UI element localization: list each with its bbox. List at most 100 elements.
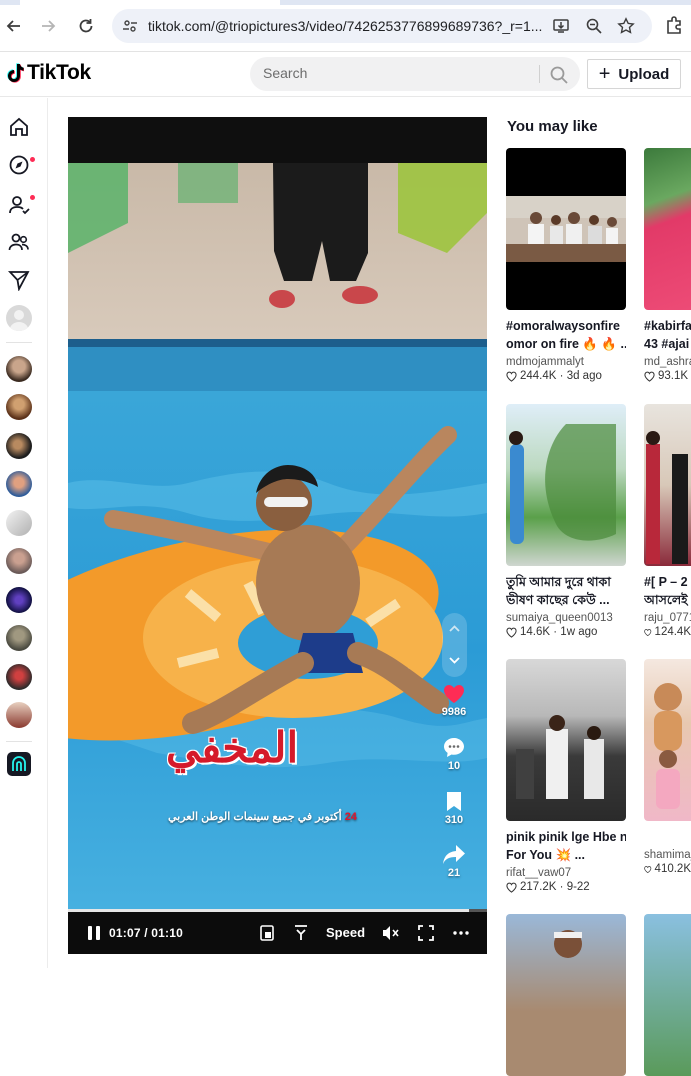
upload-label: Upload [618,65,670,83]
recommended-video-card[interactable]: তুমি আমার দুরে থাকা ভীষণ কাছের কেউ ... su… [506,404,626,638]
video-thumbnail[interactable] [644,404,691,566]
explore-icon[interactable] [8,154,30,176]
pause-icon[interactable] [86,925,102,941]
bookmark-star-icon[interactable] [617,17,635,35]
following-avatar[interactable] [6,548,32,574]
like-count: 9986 [441,706,467,718]
video-thumbnail[interactable] [644,659,691,821]
video-thumbnail[interactable] [506,404,626,566]
share-icon[interactable] [442,844,466,865]
view-count: 93.1K [658,370,689,382]
back-icon[interactable] [2,14,26,38]
bookmark-icon[interactable] [445,791,463,812]
video-description[interactable]: তুমি আমার দুরে থাকা ভীষণ কাছের কেউ ... [506,573,626,609]
recommended-video-card[interactable]: #[ P – 2 আসলেই raju_0771 124.4K [644,404,691,638]
playback-time: 01:07 / 01:10 [109,926,183,940]
following-avatar[interactable] [6,471,32,497]
zoom-icon[interactable] [585,17,603,35]
following-notification-dot [30,195,35,200]
recommended-video-card[interactable] [644,914,691,1076]
profile-avatar[interactable] [6,305,32,331]
floating-player-icon[interactable] [258,924,276,942]
comment-icon[interactable] [443,737,465,758]
forward-icon[interactable] [36,14,60,38]
more-options-icon[interactable] [452,924,470,942]
tiktok-studio-icon[interactable] [7,752,31,776]
speed-button[interactable]: Speed [326,925,365,940]
autoscroll-icon[interactable] [292,924,310,942]
tiktok-logo[interactable]: TikTok [6,61,91,85]
following-avatar[interactable] [6,664,32,690]
like-action[interactable]: 9986 [434,684,474,718]
video-author[interactable]: rifat__vaw07 [506,867,626,879]
following-avatar[interactable] [6,587,32,613]
video-thumbnail[interactable] [644,914,691,1076]
following-avatar[interactable] [6,702,32,728]
search-bar[interactable] [250,57,580,91]
share-action[interactable]: 21 [434,844,474,879]
following-icon[interactable] [8,194,30,216]
recommended-video-card[interactable]: #kabirfa 43 #ajai md_ashra 93.1K [644,148,691,382]
upload-button[interactable]: + Upload [587,59,681,89]
overlay-release-caption: أكتوبر في جميع سينمات الوطن العربي [168,811,342,823]
save-action[interactable]: 310 [434,791,474,826]
overlay-release-text: 24 أكتوبر في جميع سينمات الوطن العربي [168,810,357,823]
site-settings-icon[interactable] [122,18,138,34]
reload-icon[interactable] [74,14,98,38]
video-stats: 93.1K [644,370,691,382]
heart-outline-icon [644,371,655,382]
heart-outline-icon [506,371,517,382]
following-avatar[interactable] [6,625,32,651]
share-count: 21 [447,867,461,879]
recommended-video-card[interactable]: shamima_ 410.2K [644,659,691,875]
comment-action[interactable]: 10 [434,737,474,772]
following-avatar[interactable] [6,510,32,536]
search-input[interactable] [263,65,533,81]
video-thumbnail[interactable] [506,659,626,821]
video-frame[interactable]: المخفي 24 أكتوبر في جميع سينمات الوطن ال… [68,163,487,909]
video-description[interactable] [644,828,691,846]
mute-icon[interactable] [381,924,399,942]
previous-video-icon[interactable] [445,619,464,638]
video-description[interactable]: #omoralwaysonfire omor on fire 🔥 🔥 ... [506,317,626,353]
video-author[interactable]: shamima_ [644,849,691,861]
search-icon[interactable] [549,65,569,85]
video-author[interactable]: mdmojammalyt [506,356,626,368]
recommended-video-card[interactable]: #omoralwaysonfire omor on fire 🔥 🔥 ... md… [506,148,626,382]
video-controls: 01:07 / 01:10 Speed [68,912,487,954]
home-icon[interactable] [8,116,30,138]
following-avatar[interactable] [6,356,32,382]
active-tab[interactable] [20,0,280,5]
video-thumbnail[interactable] [506,148,626,310]
save-count: 310 [444,814,464,826]
video-description[interactable]: pinik pinik lge Hbe ni For You 💥 ... [506,828,626,864]
video-author[interactable]: md_ashra [644,356,691,368]
next-video-icon[interactable] [445,651,464,670]
video-thumbnail[interactable] [644,148,691,310]
video-age: 3d ago [566,370,602,382]
video-stats: 217.2K · 9-22 [506,881,626,893]
video-author[interactable]: raju_0771 [644,612,691,624]
extensions-icon[interactable] [664,14,686,36]
search-divider [539,65,540,83]
fullscreen-icon[interactable] [417,924,435,942]
recommended-video-card[interactable] [506,914,626,1076]
address-bar[interactable]: tiktok.com/@triopictures3/video/74262537… [112,9,652,43]
friends-icon[interactable] [8,231,30,253]
following-avatar[interactable] [6,433,32,459]
video-description[interactable]: #[ P – 2 আসলেই [644,573,691,609]
messages-icon[interactable] [8,269,30,291]
heart-icon[interactable] [443,684,465,704]
install-app-icon[interactable] [552,17,570,35]
video-player[interactable]: المخفي 24 أكتوبر في جميع سينمات الوطن ال… [68,117,487,954]
explore-notification-dot [30,157,35,162]
following-avatar[interactable] [6,394,32,420]
url-text[interactable]: tiktok.com/@triopictures3/video/74262537… [148,18,548,34]
view-count: 217.2K [520,881,557,893]
recommended-video-card[interactable]: pinik pinik lge Hbe ni For You 💥 ... rifa… [506,659,626,893]
heart-outline-icon [506,627,517,638]
video-description[interactable]: #kabirfa 43 #ajai [644,317,691,353]
video-author[interactable]: sumaiya_queen0013 [506,612,626,624]
video-thumbnail[interactable] [506,914,626,1076]
video-stats: 410.2K [644,863,691,875]
